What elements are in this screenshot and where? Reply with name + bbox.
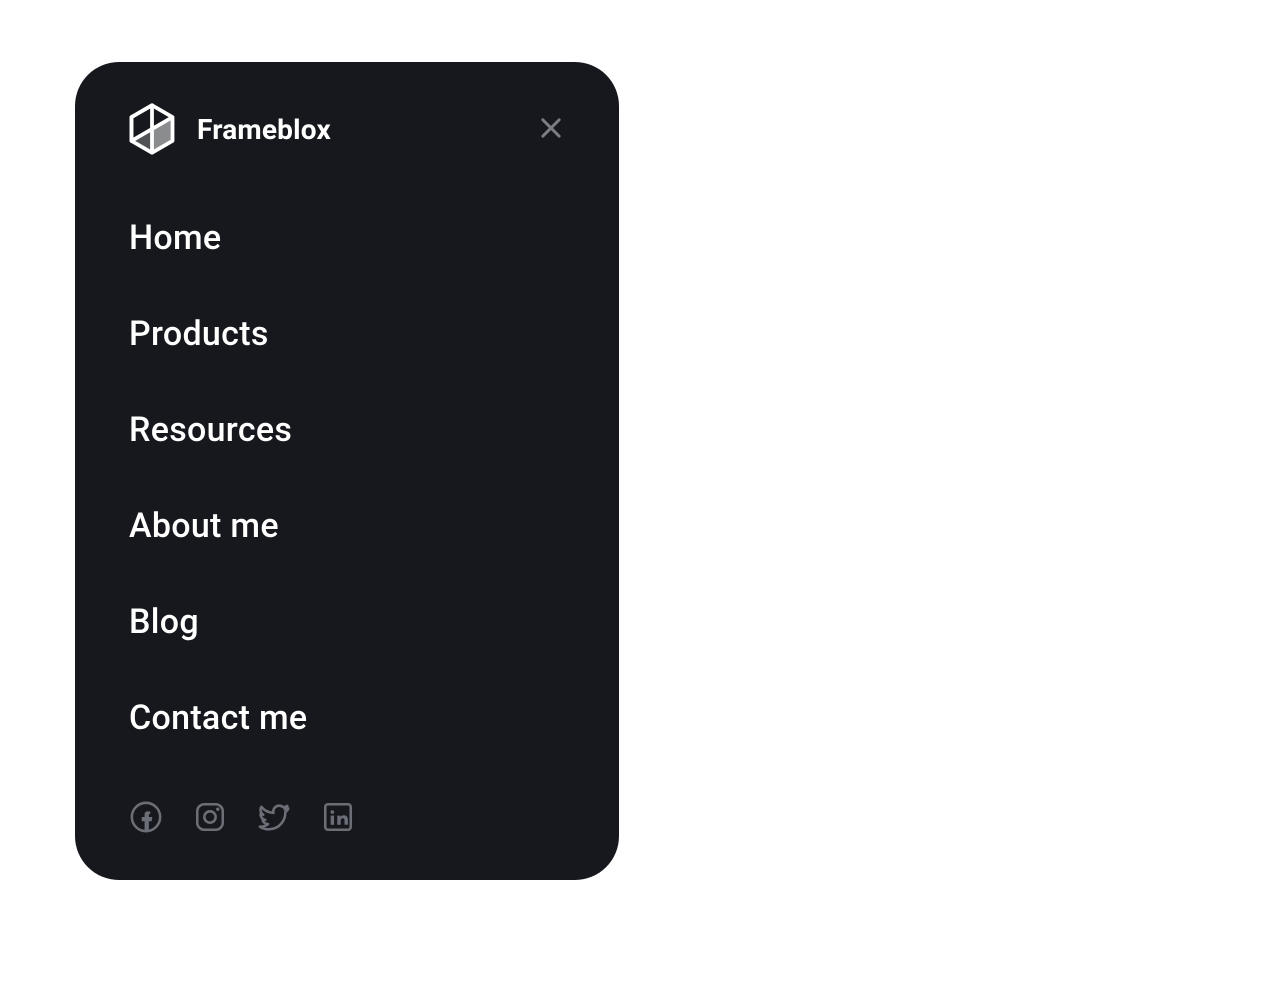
nav-item-label: Resources — [129, 410, 292, 450]
brand-logo-icon — [125, 102, 179, 156]
social-linkedin[interactable] — [321, 802, 355, 836]
nav-item-blog[interactable]: Blog — [129, 602, 569, 642]
nav-item-label: Home — [129, 218, 221, 258]
twitter-icon — [257, 800, 291, 838]
nav-item-label: About me — [129, 506, 279, 546]
nav-item-label: Contact me — [129, 698, 307, 738]
nav-item-label: Products — [129, 314, 269, 354]
nav-item-label: Blog — [129, 602, 199, 642]
linkedin-icon — [321, 800, 355, 838]
nav-item-about[interactable]: About me — [129, 506, 569, 546]
instagram-icon — [193, 800, 227, 838]
social-twitter[interactable] — [257, 802, 291, 836]
nav-item-resources[interactable]: Resources — [129, 410, 569, 450]
nav-list: Home Products Resources About me Blog Co… — [125, 218, 569, 738]
facebook-icon — [129, 800, 163, 838]
brand[interactable]: Frameblox — [125, 102, 331, 156]
menu-header: Frameblox — [125, 102, 569, 156]
social-links — [125, 802, 569, 836]
social-facebook[interactable] — [129, 802, 163, 836]
nav-item-contact[interactable]: Contact me — [129, 698, 569, 738]
mobile-menu-panel: Frameblox Home Products Resources About … — [75, 62, 619, 880]
brand-name: Frameblox — [197, 113, 331, 146]
close-button[interactable] — [533, 111, 569, 147]
close-icon — [537, 114, 565, 145]
nav-item-home[interactable]: Home — [129, 218, 569, 258]
nav-item-products[interactable]: Products — [129, 314, 569, 354]
social-instagram[interactable] — [193, 802, 227, 836]
